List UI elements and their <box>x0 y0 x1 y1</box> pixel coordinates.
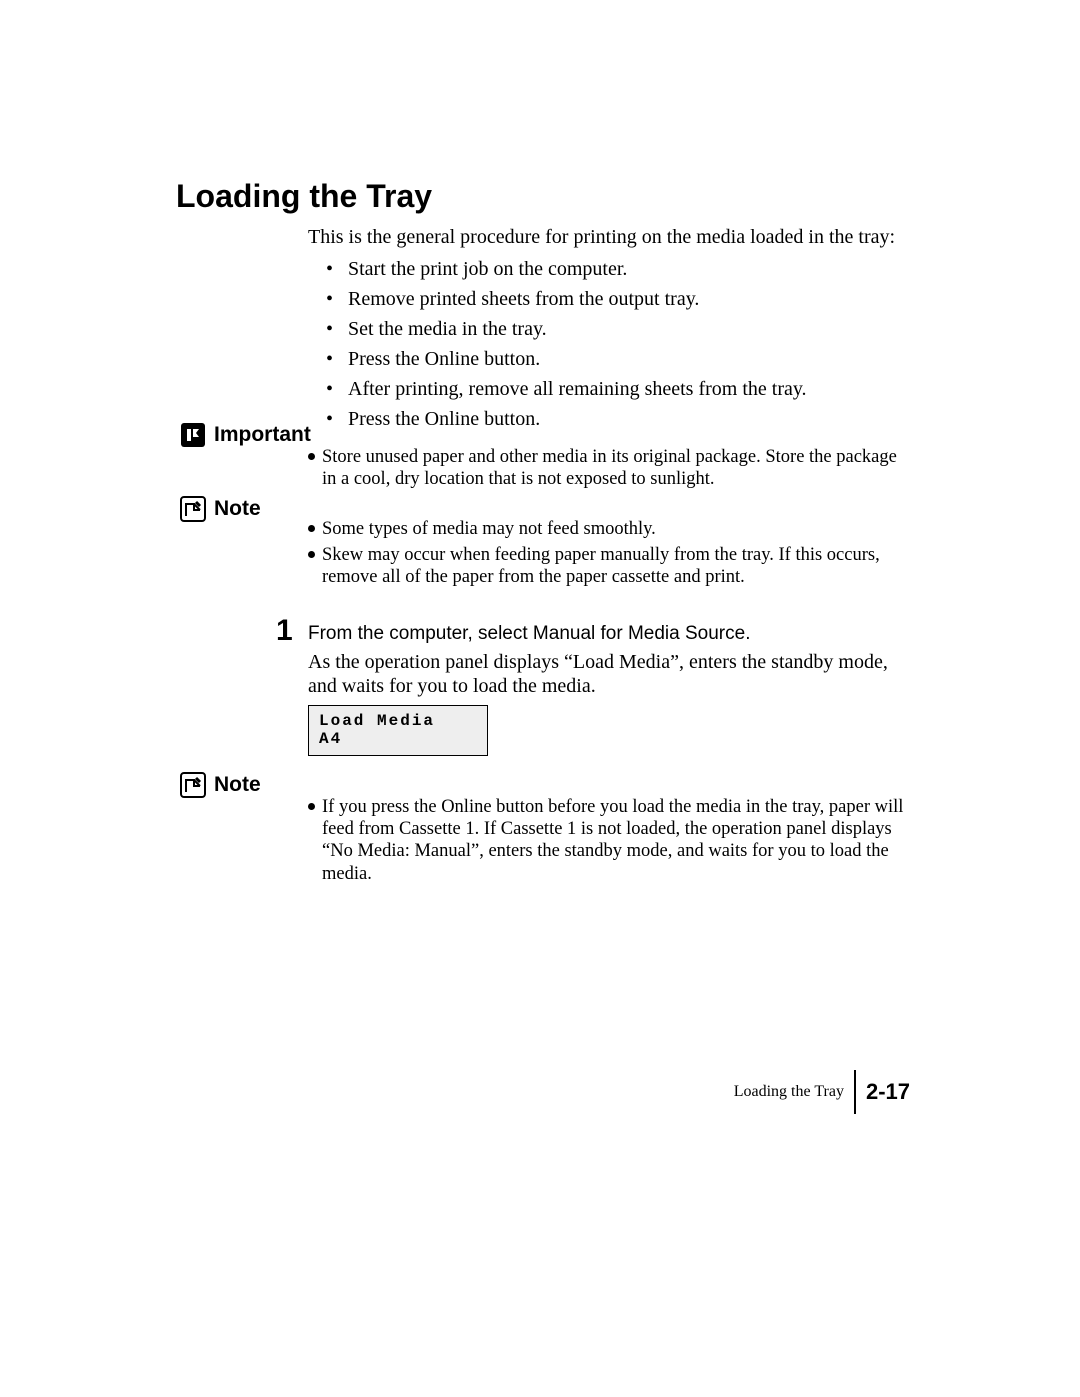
list-item: If you press the Online button before yo… <box>308 796 908 885</box>
important-icon <box>180 422 206 448</box>
section-heading: Loading the Tray <box>176 178 432 215</box>
page-number: 2-17 <box>866 1079 910 1105</box>
footer-separator <box>854 1070 856 1114</box>
list-item: Set the media in the tray. <box>326 318 807 341</box>
important-items: Store unused paper and other media in it… <box>308 446 908 494</box>
page-footer: Loading the Tray 2-17 <box>734 1070 910 1114</box>
important-label-text: Important <box>214 423 311 447</box>
list-item: Skew may occur when feeding paper manual… <box>308 544 908 588</box>
important-callout: Important <box>180 422 311 448</box>
lcd-display: Load Media A4 <box>308 705 488 756</box>
step-title: From the computer, select Manual for Med… <box>308 623 750 645</box>
note-icon <box>180 496 206 522</box>
note-label-text: Note <box>214 773 261 797</box>
list-item: Start the print job on the computer. <box>326 258 807 281</box>
list-item: Some types of media may not feed smoothl… <box>308 518 908 540</box>
note-icon <box>180 772 206 798</box>
note-label-text: Note <box>214 497 261 521</box>
list-item: Press the Online button. <box>326 408 807 431</box>
note-items: If you press the Online button before yo… <box>308 796 908 889</box>
step-body: As the operation panel displays “Load Me… <box>308 650 898 699</box>
note-callout: Note <box>180 496 261 522</box>
list-item: After printing, remove all remaining she… <box>326 378 807 401</box>
note-items: Some types of media may not feed smoothl… <box>308 518 908 593</box>
list-item: Remove printed sheets from the output tr… <box>326 288 807 311</box>
footer-title: Loading the Tray <box>734 1083 854 1101</box>
list-item: Store unused paper and other media in it… <box>308 446 908 490</box>
list-item: Press the Online button. <box>326 348 807 371</box>
intro-text: This is the general procedure for printi… <box>308 226 895 249</box>
note-callout: Note <box>180 772 261 798</box>
step-number: 1 <box>276 614 293 648</box>
page: Loading the Tray This is the general pro… <box>0 0 1080 1397</box>
procedure-list: Start the print job on the computer. Rem… <box>326 258 807 438</box>
